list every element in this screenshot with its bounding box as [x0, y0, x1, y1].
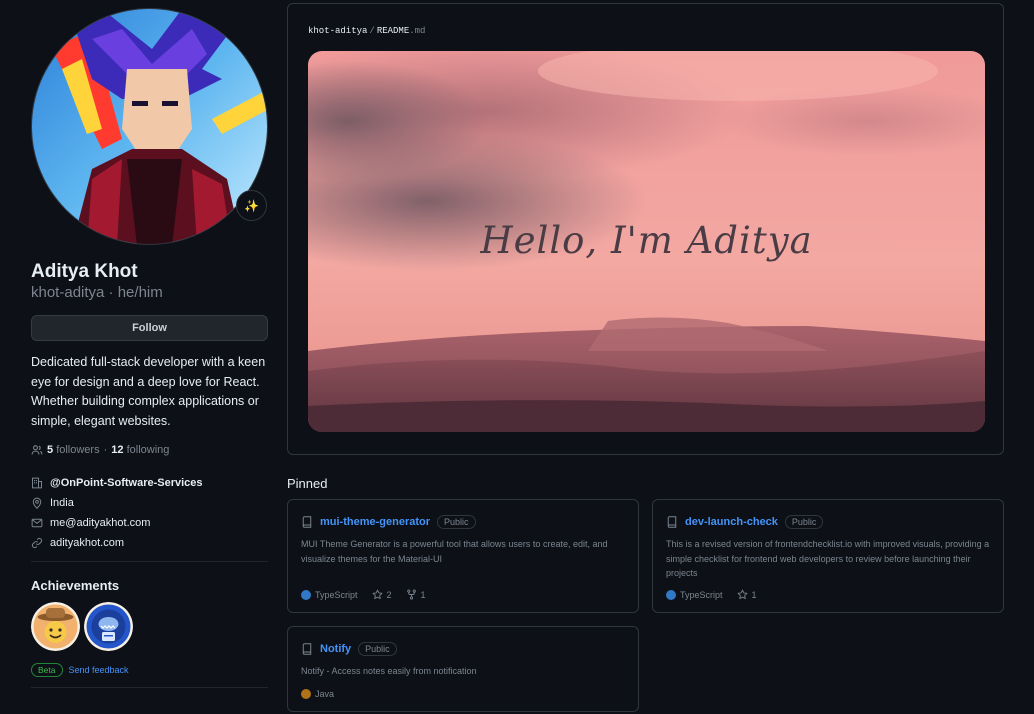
- email-item[interactable]: me@adityakhot.com: [31, 513, 268, 533]
- breadcrumb-separator: /: [369, 26, 375, 36]
- website-link[interactable]: adityakhot.com: [50, 537, 124, 549]
- repo-meta: Java: [301, 689, 334, 699]
- sidebar-divider-bottom: [31, 687, 268, 688]
- stats-separator: ·: [103, 444, 108, 456]
- achievement-badges: [31, 602, 268, 651]
- pinned-title: Pinned: [287, 476, 328, 491]
- repo-description: Notify - Access notes easily from notifi…: [301, 666, 477, 676]
- readme-banner-greeting: Hello, I'm Aditya: [480, 219, 813, 262]
- language-color-dot: [666, 589, 676, 600]
- handle-separator: ·: [108, 284, 118, 301]
- repo-forks[interactable]: 1: [406, 589, 426, 600]
- followers-count: 5: [47, 444, 54, 456]
- repo-meta: TypeScript 2 1: [301, 589, 426, 600]
- following-count: 12: [111, 444, 124, 456]
- readme-owner-link[interactable]: khot-aditya: [308, 26, 367, 36]
- repo-name-link[interactable]: mui-theme-generator: [320, 516, 430, 528]
- star-icon: [737, 589, 747, 600]
- readme-file: README.md: [377, 26, 426, 36]
- achievement-badge-shark[interactable]: [84, 602, 133, 651]
- pinned-repo-card: Notify Public Notify - Access notes easi…: [287, 626, 639, 712]
- readme-filename: README: [376, 26, 410, 36]
- beta-label: Beta: [31, 663, 63, 677]
- repo-icon: [302, 643, 312, 655]
- readme-banner: Hello, I'm Aditya: [308, 51, 985, 432]
- organization-icon: [32, 477, 42, 489]
- fork-icon: [406, 589, 416, 600]
- profile-bio: Dedicated full-stack developer with a ke…: [31, 355, 266, 428]
- repo-language: TypeScript: [666, 589, 723, 600]
- repo-stars[interactable]: 1: [737, 589, 757, 600]
- achievements-feedback: Beta Send feedback: [31, 663, 268, 677]
- pinned-repo-card: mui-theme-generator Public MUI Theme Gen…: [287, 499, 639, 613]
- profile-name: Aditya Khot: [31, 261, 138, 282]
- profile-readme: khot-aditya / README.md Hello, I'm Adity…: [287, 3, 1004, 455]
- sidebar-divider: [31, 561, 268, 562]
- readme-extension: .md: [409, 26, 426, 36]
- send-feedback-link[interactable]: Send feedback: [69, 665, 129, 675]
- language-name: Java: [315, 689, 335, 699]
- language-color-dot: [301, 589, 311, 600]
- follow-stats: 5 followers · 12 following: [31, 444, 268, 456]
- organization-name: @OnPoint-Software-Services: [50, 477, 203, 489]
- achievement-badge-cowboy[interactable]: [31, 602, 80, 651]
- location-item: India: [31, 493, 268, 513]
- fork-count: 1: [420, 589, 426, 600]
- organization-item[interactable]: @OnPoint-Software-Services: [31, 473, 268, 493]
- language-color-dot: [301, 689, 311, 699]
- repo-card-header: dev-launch-check Public: [666, 514, 990, 530]
- repo-description: This is a revised version of frontendche…: [666, 539, 990, 578]
- pinned-repo-card: dev-launch-check Public This is a revise…: [652, 499, 1004, 613]
- followers-label: followers: [56, 444, 100, 456]
- repo-card-header: Notify Public: [301, 641, 625, 657]
- avatar[interactable]: [31, 8, 268, 245]
- repo-stars[interactable]: 2: [372, 589, 392, 600]
- repo-meta: TypeScript 1: [666, 589, 757, 600]
- followers-link[interactable]: 5 followers: [47, 444, 100, 456]
- repo-icon: [302, 516, 312, 528]
- following-label: following: [126, 444, 170, 456]
- profile-sidebar: ✨ Aditya Khot khot-aditya · he/him Follo…: [31, 8, 268, 688]
- website-item[interactable]: adityakhot.com: [31, 533, 268, 553]
- readme-breadcrumb: khot-aditya / README.md: [308, 26, 425, 36]
- location-text: India: [50, 497, 74, 509]
- username: khot-aditya: [31, 284, 105, 301]
- repo-name-link[interactable]: Notify: [320, 643, 351, 655]
- star-count: 1: [751, 589, 757, 600]
- visibility-badge: Public: [358, 642, 397, 656]
- repo-name-link[interactable]: dev-launch-check: [685, 516, 778, 528]
- repo-description: MUI Theme Generator is a powerful tool t…: [301, 539, 608, 564]
- pronouns: he/him: [117, 284, 163, 301]
- profile-handle: khot-aditya · he/him: [31, 283, 268, 303]
- mail-icon: [31, 518, 43, 528]
- language-name: TypeScript: [680, 589, 723, 600]
- visibility-badge: Public: [784, 515, 824, 529]
- location-icon: [32, 497, 42, 509]
- language-name: TypeScript: [315, 589, 358, 600]
- follow-button[interactable]: Follow: [31, 315, 268, 341]
- repo-language: Java: [301, 689, 334, 699]
- repo-icon: [667, 516, 677, 528]
- link-icon: [31, 537, 43, 549]
- star-icon: [372, 589, 382, 600]
- email-link[interactable]: me@adityakhot.com: [50, 517, 150, 529]
- sparkle-icon: ✨: [244, 198, 259, 213]
- achievements-title: Achievements: [31, 578, 120, 593]
- avatar-container: ✨: [31, 8, 268, 245]
- repo-language: TypeScript: [301, 589, 358, 600]
- following-link[interactable]: 12 following: [111, 444, 169, 456]
- set-status-button[interactable]: ✨: [236, 190, 267, 221]
- visibility-badge: Public: [437, 515, 476, 529]
- vcard-details: @OnPoint-Software-Services India me@adit…: [31, 473, 268, 553]
- repo-card-header: mui-theme-generator Public: [301, 514, 625, 530]
- star-count: 2: [386, 589, 392, 600]
- people-icon: [31, 445, 43, 455]
